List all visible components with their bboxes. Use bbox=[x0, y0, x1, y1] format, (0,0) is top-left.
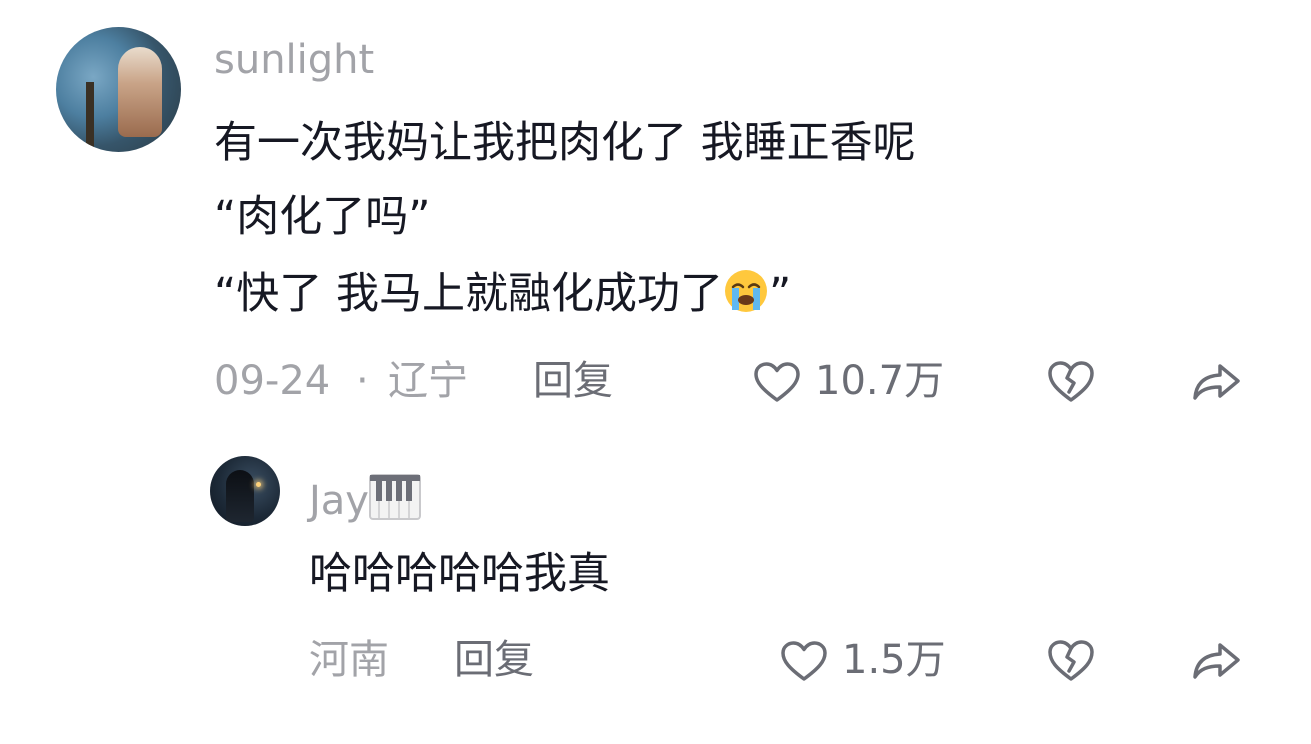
commenter-username[interactable]: sunlight bbox=[214, 40, 374, 80]
broken-heart-icon[interactable] bbox=[1046, 637, 1096, 683]
comment-location: 辽宁 bbox=[388, 358, 468, 404]
reply-avatar[interactable] bbox=[210, 456, 280, 526]
reply-button[interactable]: 回复 bbox=[533, 361, 613, 401]
share-arrow-icon[interactable] bbox=[1190, 360, 1244, 404]
comment-line-3: “快了 我马上就融化成功了 ” bbox=[214, 268, 791, 316]
loudly-crying-face-icon bbox=[723, 268, 769, 314]
comment-line-3-text: “快了 我马上就融化成功了 bbox=[214, 269, 723, 319]
comment-line-3-closing-quote: ” bbox=[768, 269, 792, 319]
avatar-figure bbox=[118, 47, 162, 137]
avatar-figure bbox=[226, 470, 254, 522]
like-count: 10.7万 bbox=[815, 358, 945, 404]
reply-location: 河南 bbox=[309, 637, 389, 683]
share-arrow-icon[interactable] bbox=[1190, 639, 1244, 683]
piano-keys-icon bbox=[368, 474, 421, 527]
heart-outline-icon[interactable] bbox=[779, 639, 829, 683]
heart-outline-icon[interactable] bbox=[752, 360, 802, 404]
reply-reply-button[interactable]: 回复 bbox=[454, 640, 534, 680]
comment-date: 09-24 bbox=[214, 358, 331, 404]
reply-like-count: 1.5万 bbox=[842, 637, 946, 683]
meta-separator: · bbox=[356, 358, 369, 404]
avatar-post bbox=[86, 82, 94, 152]
reply-username[interactable]: Jay bbox=[309, 474, 421, 527]
commenter-avatar[interactable] bbox=[56, 27, 181, 152]
avatar-sparkler bbox=[256, 482, 261, 487]
broken-heart-icon[interactable] bbox=[1046, 358, 1096, 404]
comment-line-2: “肉化了吗” bbox=[214, 192, 431, 242]
reply-username-text: Jay bbox=[309, 478, 369, 524]
comment-line-1: 有一次我妈让我把肉化了 我睡正香呢 bbox=[214, 118, 916, 168]
reply-text: 哈哈哈哈哈我真 bbox=[309, 549, 610, 599]
